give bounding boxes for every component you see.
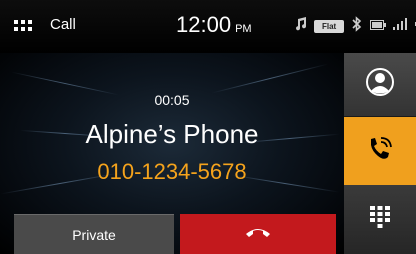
phone-ringing-icon [364, 133, 396, 170]
status-icons: Flat [294, 15, 416, 37]
hang-up-icon [244, 225, 272, 244]
status-bar: Call 12:00 PM Flat [0, 0, 416, 53]
signal-icon [392, 17, 408, 35]
private-button[interactable]: Private [14, 214, 174, 254]
end-call-button[interactable] [180, 214, 336, 254]
clock: 12:00 PM [176, 12, 252, 38]
menu-grid-icon[interactable] [14, 20, 32, 34]
private-button-label: Private [72, 227, 116, 243]
battery-icon [370, 17, 387, 35]
clock-ampm: PM [235, 23, 252, 35]
music-note-icon [294, 16, 308, 36]
keypad-button[interactable] [344, 185, 416, 254]
eq-badge: Flat [314, 19, 345, 33]
clock-time: 12:00 [176, 12, 232, 37]
call-panel: 00:05 Alpine’s Phone 010-1234-5678 Priva… [0, 53, 344, 254]
app-title: Call [50, 16, 76, 33]
active-call-button[interactable] [344, 117, 416, 185]
bluetooth-icon [350, 15, 364, 37]
caller-number: 010-1234-5678 [97, 159, 247, 184]
call-duration: 00:05 [154, 92, 190, 108]
caller-name: Alpine’s Phone [85, 119, 259, 149]
contacts-icon [365, 67, 395, 102]
side-menu [344, 53, 416, 254]
phone-screen: Call 12:00 PM Flat 00:05 Alpine’s Phone … [0, 0, 416, 254]
contacts-button[interactable] [344, 53, 416, 117]
keypad-icon [368, 204, 392, 235]
